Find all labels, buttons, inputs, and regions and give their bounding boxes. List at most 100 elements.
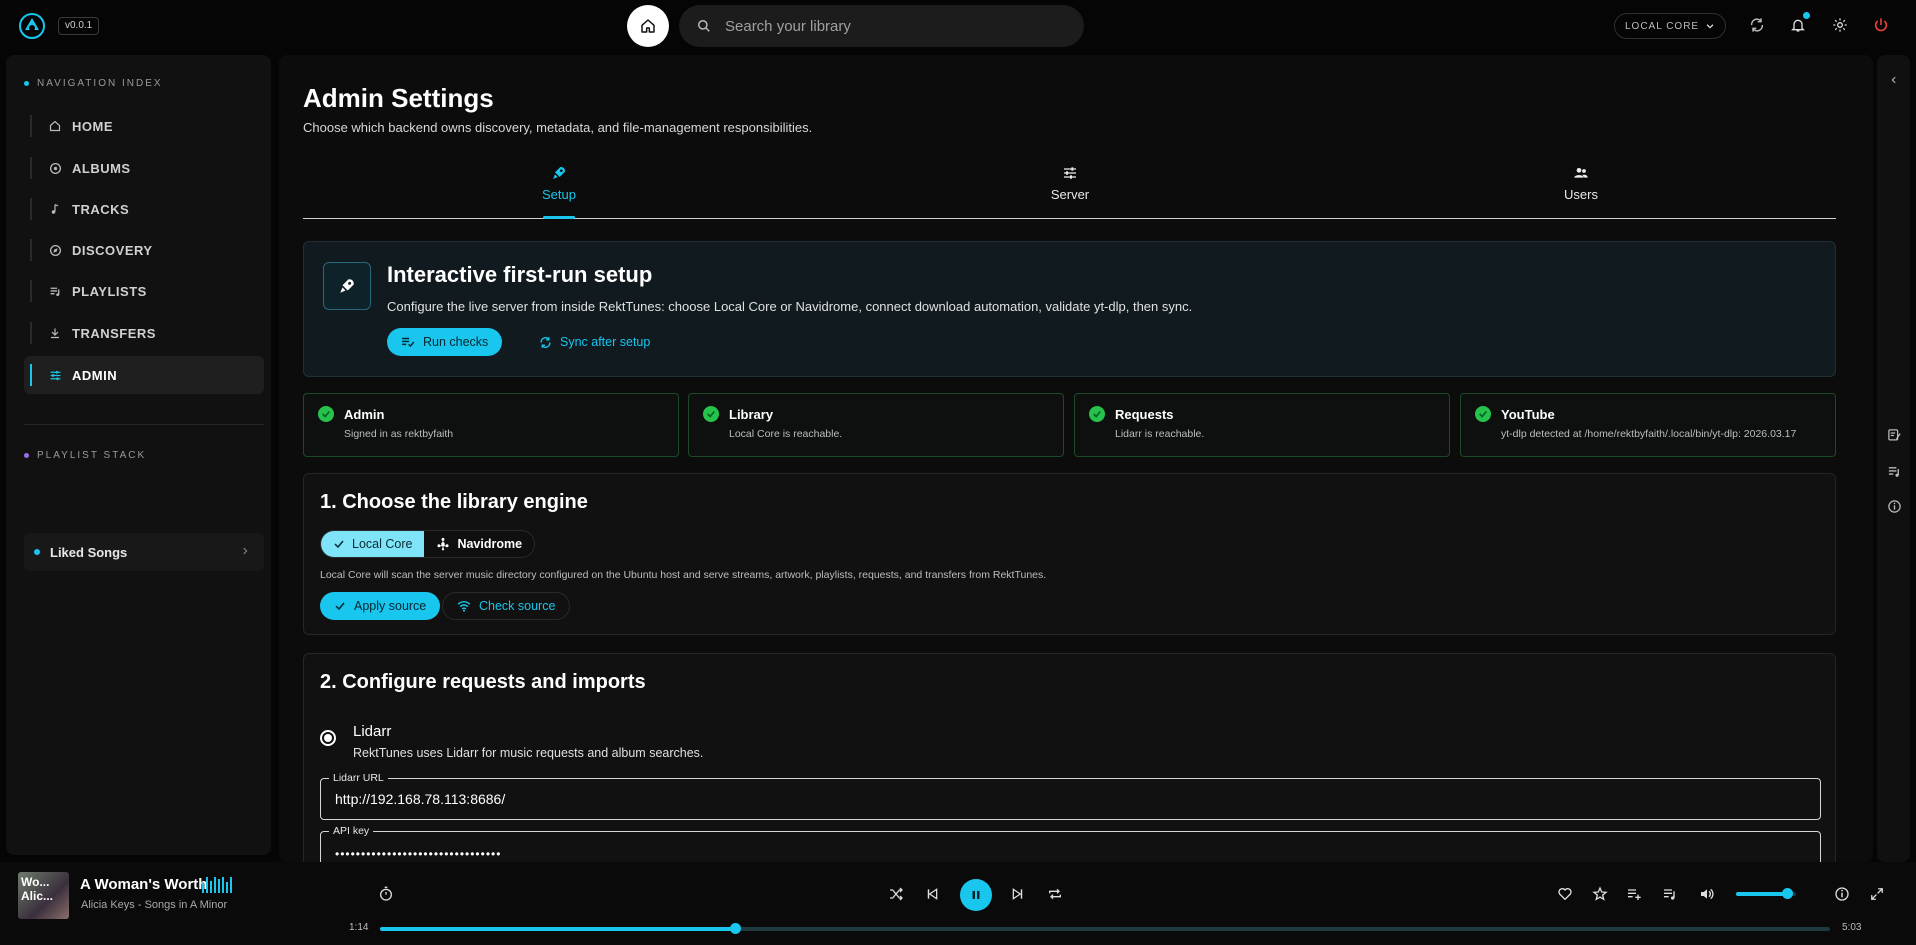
version-badge: v0.0.1 [58,17,100,35]
sidebar: NAVIGATION INDEX HOME ALBUMS TRACKS DISC… [6,55,271,855]
track-info-button[interactable] [1832,884,1852,904]
sleep-timer-button[interactable] [376,884,396,904]
repeat-button[interactable] [1045,884,1065,904]
add-to-playlist-button[interactable] [1624,884,1644,904]
heart-icon [1558,888,1572,901]
volume-button[interactable] [1697,884,1717,904]
status-title: Library [729,407,774,422]
tab-label: Setup [542,187,576,202]
engine-option-local-core[interactable]: Local Core [321,531,425,557]
home-button[interactable] [627,5,669,47]
previous-button[interactable] [922,884,942,904]
active-tab-indicator [543,216,575,219]
check-circle-icon [1475,406,1491,422]
volume-icon [1701,888,1714,900]
sidebar-item-discovery[interactable]: DISCOVERY [24,231,264,269]
album-cover[interactable]: Wo... Alic... [18,872,69,919]
track-title[interactable]: A Woman's Worth [80,876,207,893]
notifications-button[interactable] [1788,12,1810,35]
status-card-requests: Requests Lidarr is reachable. [1074,393,1450,457]
status-detail: yt-dlp detected at /home/rektbyfaith/.lo… [1501,428,1797,440]
engine-toggle-group: Local Core Navidrome [320,530,536,558]
queue-music-icon [1664,889,1675,900]
player-bar: Wo... Alic... A Woman's Worth Alicia Key… [0,862,1916,945]
compass-icon [48,243,62,257]
check-circle-icon [1089,406,1105,422]
info-icon [1835,887,1849,901]
sidebar-item-tracks[interactable]: TRACKS [24,190,264,228]
sync-after-setup-button[interactable]: Sync after setup [529,328,660,356]
sidebar-item-playlists[interactable]: PLAYLISTS [24,272,264,310]
server-select-value: LOCAL CORE [1625,20,1700,32]
sidebar-item-transfers[interactable]: TRANSFERS [24,314,264,352]
album-icon [48,161,62,175]
sidebar-item-home[interactable]: HOME [24,107,264,145]
check-circle-icon [318,406,334,422]
engine-option-navidrome[interactable]: Navidrome [424,531,535,557]
lidarr-url-input[interactable] [335,779,1805,819]
cover-text: Wo... Alic... [21,875,54,903]
collapse-rail-button[interactable] [1886,72,1902,88]
status-card-admin: Admin Signed in as rektbyfaith [303,393,679,457]
skip-next-icon [1012,888,1023,900]
sidebar-item-admin[interactable]: ADMIN [24,356,264,394]
playlist-icon [48,284,62,298]
lyrics-button[interactable] [1886,427,1902,443]
page-subtitle: Choose which backend owns discovery, met… [303,120,813,135]
right-rail [1877,55,1910,862]
run-checks-button[interactable]: Run checks [387,328,503,356]
sidebar-item-label: DISCOVERY [72,242,153,258]
home-icon [48,119,62,133]
queue-button[interactable] [1886,463,1902,479]
volume-slider[interactable] [1736,888,1796,899]
fullscreen-button[interactable] [1867,884,1887,904]
tab-setup[interactable]: Setup [499,165,619,202]
sync-button[interactable] [1747,15,1767,35]
track-artist-album[interactable]: Alicia Keys - Songs in A Minor [81,899,227,911]
server-select[interactable]: LOCAL CORE [1614,13,1726,39]
sidebar-item-albums[interactable]: ALBUMS [24,149,264,187]
tab-server[interactable]: Server [1010,165,1130,202]
sync-icon [540,336,551,348]
progress-knob[interactable] [730,923,742,934]
check-source-button[interactable]: Check source [442,592,571,620]
check-icon [334,540,344,549]
sidebar-item-label: ADMIN [72,367,118,383]
search-bar[interactable]: Search your library [679,5,1084,47]
settings-button[interactable] [1830,15,1850,35]
play-pause-button[interactable] [960,879,992,911]
setup-card: Interactive first-run setup Configure th… [303,241,1836,377]
api-key-input[interactable] [335,834,1805,862]
playlist-item-liked-songs[interactable]: Liked Songs [24,533,264,571]
queue-button[interactable] [1660,884,1680,904]
progress-bar[interactable] [380,923,1830,934]
next-button[interactable] [1008,884,1028,904]
lyrics-icon [1887,428,1901,440]
pause-icon [972,891,980,899]
tab-label: Users [1564,187,1598,202]
app-logo[interactable] [18,12,46,40]
power-button[interactable] [1871,15,1891,35]
favorite-button[interactable] [1590,884,1610,904]
provider-description: RektTunes uses Lidarr for music requests… [353,746,704,760]
shuffle-button[interactable] [886,884,906,904]
status-detail: Lidarr is reachable. [1115,428,1205,440]
expand-icon [1871,888,1883,900]
like-button[interactable] [1555,884,1575,904]
tab-users[interactable]: Users [1521,165,1641,202]
search-icon [698,20,710,32]
shuffle-icon [890,887,903,901]
search-input[interactable]: Search your library [725,18,851,35]
section-heading: 1. Choose the library engine [320,491,588,513]
info-button[interactable] [1886,498,1902,514]
volume-knob[interactable] [1782,888,1793,899]
playlist-add-icon [1628,889,1641,900]
sidebar-item-label: HOME [72,118,113,134]
chevron-right-icon [240,545,250,557]
nav-section-label: NAVIGATION INDEX [24,78,163,89]
sidebar-item-label: TRACKS [72,201,130,217]
lidarr-radio[interactable] [320,730,336,746]
check-circle-icon [703,406,719,422]
apply-source-button[interactable]: Apply source [320,592,441,620]
sync-icon [1750,18,1764,32]
